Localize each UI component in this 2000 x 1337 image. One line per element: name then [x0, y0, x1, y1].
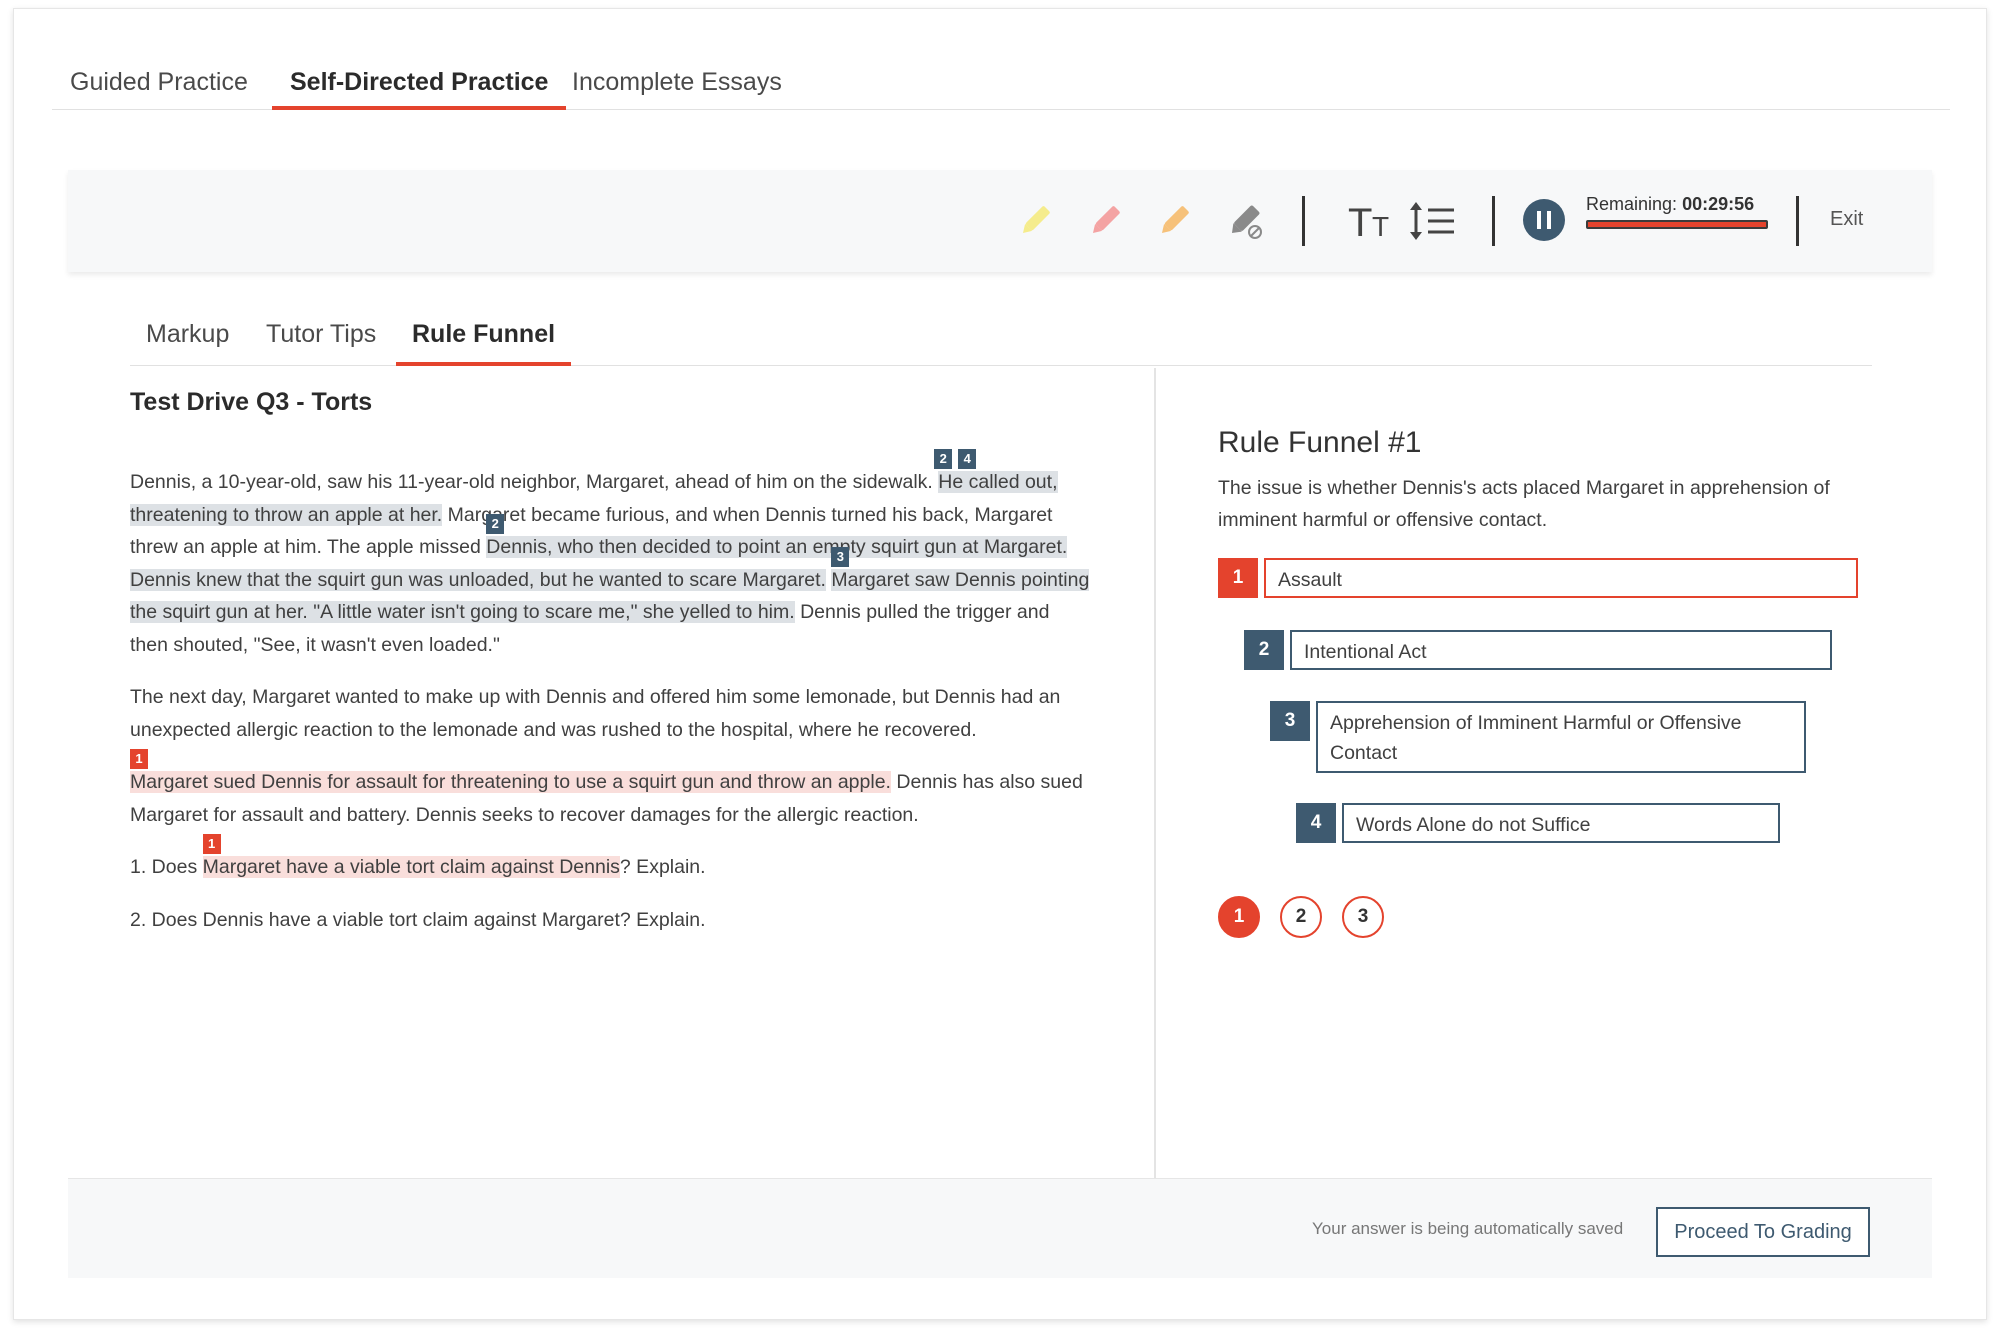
toolbar-divider	[1796, 196, 1799, 246]
timer-readout: Remaining: 00:29:56	[1586, 194, 1754, 215]
marker-tag: 2	[486, 514, 505, 534]
toolbar-divider	[1302, 196, 1305, 246]
panel-divider	[1154, 368, 1156, 1178]
proceed-to-grading-button[interactable]: Proceed To Grading	[1656, 1207, 1870, 1257]
funnel-number: 3	[1270, 701, 1310, 741]
passage-text-span: 1. Does	[130, 856, 198, 878]
page-button-3[interactable]: 3	[1342, 896, 1384, 938]
paragraph: 1 Margaret sued Dennis for assault for th…	[130, 749, 1090, 831]
autosave-status: Your answer is being automatically saved	[1312, 1219, 1624, 1238]
funnel-input[interactable]: Intentional Act	[1290, 630, 1832, 670]
tab-tutor-tips[interactable]: Tutor Tips	[250, 316, 392, 366]
funnel-input[interactable]: Words Alone do not Suffice	[1342, 803, 1780, 843]
paragraph: The next day, Margaret wanted to make up…	[130, 686, 1061, 741]
funnel-input[interactable]: Apprehension of Imminent Harmful or Offe…	[1316, 701, 1806, 773]
timer-value: 00:29:56	[1682, 194, 1755, 214]
highlight-pink[interactable]: 1 Margaret have a viable tort claim again…	[202, 834, 620, 878]
footer-bar: Your answer is being automatically saved…	[68, 1178, 1932, 1278]
document-title: Test Drive Q3 - Torts	[130, 388, 373, 416]
funnel-number: 1	[1218, 558, 1258, 598]
page-button-1[interactable]: 1	[1218, 896, 1260, 938]
passage-panel: Test Drive Q3 - Torts Dennis, a 10-year-…	[130, 370, 1090, 1180]
passage-text-span: ? Explain.	[619, 856, 706, 878]
top-tab-bar: Guided Practice Self-Directed Practice I…	[52, 54, 1950, 110]
passage-text: Dennis, a 10-year-old, saw his 11-year-o…	[130, 449, 1090, 956]
rule-funnel-panel: Rule Funnel #1 The issue is whether Denn…	[1218, 370, 1878, 1180]
funnel-number: 2	[1244, 630, 1284, 670]
page-button-2[interactable]: 2	[1280, 896, 1322, 938]
exit-button[interactable]: Exit	[1830, 208, 1863, 231]
tab-self-directed-practice[interactable]: Self-Directed Practice	[272, 64, 567, 110]
paragraph: Dennis, a 10-year-old, saw his 11-year-o…	[130, 449, 1090, 661]
marker-tag: 1	[202, 834, 221, 854]
tab-incomplete-essays[interactable]: Incomplete Essays	[554, 64, 800, 110]
pause-icon[interactable]	[1522, 198, 1566, 242]
eraser-icon[interactable]	[1223, 200, 1265, 242]
marker-tag: 2	[934, 449, 953, 469]
tab-guided-practice[interactable]: Guided Practice	[52, 64, 266, 110]
yellow-highlighter-icon[interactable]	[1014, 200, 1056, 242]
marker-tag: 3	[831, 546, 850, 567]
highlight-pink[interactable]: 1 Margaret sued Dennis for assault for th…	[130, 749, 891, 793]
funnel-issue: The issue is whether Dennis's acts place…	[1218, 477, 1830, 531]
funnel-input[interactable]: Assault	[1264, 558, 1858, 598]
funnel-title: Rule Funnel #1	[1218, 426, 1422, 459]
question-1: 1. Does 1 Margaret have a viable tort cla…	[130, 834, 1090, 884]
toolbar-divider	[1492, 196, 1495, 246]
highlighted-text: Margaret sued Dennis for assault for thr…	[130, 771, 891, 793]
svg-text:T: T	[1348, 201, 1372, 242]
orange-highlighter-icon[interactable]	[1153, 200, 1195, 242]
text-size-icon[interactable]: TT	[1348, 200, 1398, 245]
passage-text-span: Dennis, a 10-year-old, saw his 11-year-o…	[130, 471, 933, 493]
inner-tab-bar: Markup Tutor Tips Rule Funnel	[130, 310, 1872, 366]
funnel-number: 4	[1296, 803, 1336, 843]
timer-label: Remaining:	[1586, 194, 1678, 214]
tab-rule-funnel[interactable]: Rule Funnel	[396, 316, 572, 366]
tab-markup[interactable]: Markup	[130, 316, 245, 366]
timer-progress-bar	[1586, 220, 1768, 229]
marker-tag: 4	[958, 449, 977, 469]
pink-highlighter-icon[interactable]	[1084, 200, 1126, 242]
svg-text:T: T	[1372, 211, 1389, 242]
line-spacing-icon[interactable]	[1408, 200, 1458, 242]
highlighted-text: Margaret have a viable tort claim agains…	[202, 856, 620, 878]
question-2: 2. Does Dennis have a viable tort claim …	[130, 908, 706, 931]
toolbar: TT Remaining: 00:29:56 Exit	[68, 170, 1932, 272]
marker-tag: 1	[130, 749, 148, 769]
